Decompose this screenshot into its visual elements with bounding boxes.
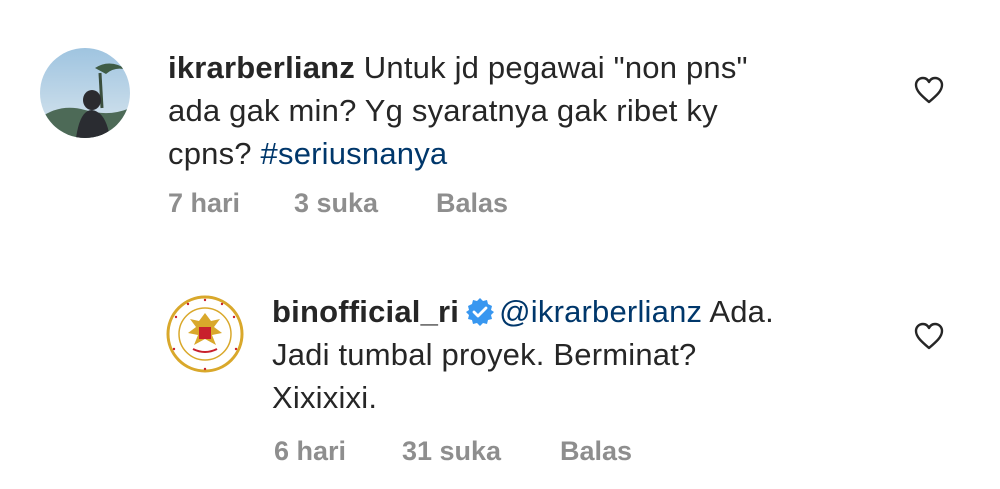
comment-likes[interactable]: 31 suka xyxy=(402,436,560,467)
reply-comment-item: binofficial_ri @ikrarberlianz Ada. Jadi … xyxy=(0,240,1000,489)
commenter-avatar[interactable] xyxy=(40,48,130,138)
comment-text: ikrarberlianz Untuk jd pegawai "non pns"… xyxy=(168,46,888,175)
comment-time: 6 hari xyxy=(274,436,347,466)
mention-link[interactable]: @ikrarberlianz xyxy=(499,294,702,329)
profile-photo-landscape-icon xyxy=(40,48,130,138)
comment-body-line: Xixixixi. xyxy=(272,380,378,415)
comment-item: ikrarberlianz Untuk jd pegawai "non pns"… xyxy=(0,0,1000,240)
comment-username[interactable]: binofficial_ri xyxy=(272,294,459,329)
reply-button[interactable]: Balas xyxy=(560,436,632,467)
reply-button[interactable]: Balas xyxy=(436,188,508,219)
heart-outline-icon[interactable] xyxy=(914,322,944,350)
comment-body-line: ada gak min? Yg syaratnya gak ribet ky xyxy=(168,93,718,128)
comment-body-line: Jadi tumbal proyek. Berminat? xyxy=(272,337,697,372)
badan-intelijen-negara-logo xyxy=(163,292,247,376)
comment-text: binofficial_ri @ikrarberlianz Ada. Jadi … xyxy=(272,290,912,419)
hashtag-link[interactable]: #seriusnanya xyxy=(261,136,448,171)
comment-body-line: Ada. xyxy=(702,294,774,329)
comment-likes[interactable]: 3 suka xyxy=(294,188,436,219)
heart-outline-icon[interactable] xyxy=(914,76,944,104)
comment-time: 7 hari xyxy=(168,188,241,218)
comment-meta: 6 hari 31 suka Balas xyxy=(274,436,632,467)
comment-username[interactable]: ikrarberlianz xyxy=(168,50,355,85)
commenter-avatar[interactable] xyxy=(162,291,248,377)
comment-body-line: Untuk jd pegawai "non pns" xyxy=(363,50,748,85)
comment-meta: 7 hari 3 suka Balas xyxy=(168,188,508,219)
comment-body-line: cpns? xyxy=(168,136,261,171)
verified-badge-icon xyxy=(466,297,495,326)
